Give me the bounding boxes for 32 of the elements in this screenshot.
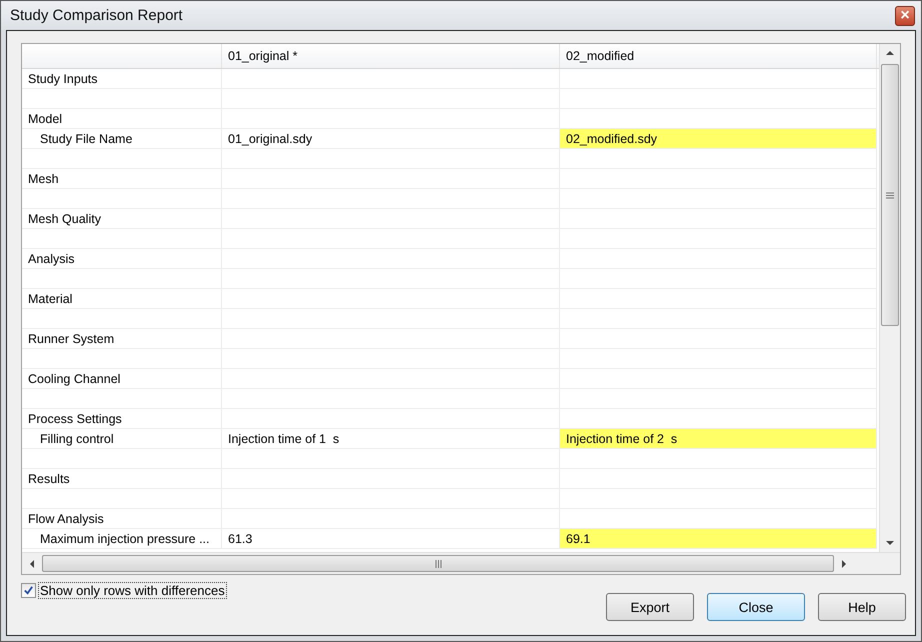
scrollbar-thumb[interactable] <box>42 555 834 572</box>
row-label: Process Settings <box>22 409 222 429</box>
row-label: Flow Analysis <box>22 509 222 529</box>
row-label: Mesh <box>22 169 222 189</box>
dialog-button[interactable]: Help <box>818 593 906 621</box>
scrollbar-thumb[interactable] <box>881 64 899 326</box>
row-label: Runner System <box>22 329 222 349</box>
column-header[interactable]: 01_original * <box>222 44 560 68</box>
dialog-button[interactable]: Close <box>707 593 805 621</box>
row-label: Study File Name <box>22 129 222 149</box>
row-label: Mesh Quality <box>22 209 222 229</box>
vertical-scrollbar[interactable] <box>879 44 900 552</box>
table-cell: 02_modified.sdy <box>560 129 877 149</box>
table-cell: 01_original.sdy <box>222 129 560 149</box>
checkbox-label[interactable]: Show only rows with differences <box>38 582 227 599</box>
table-cell: Injection time of 1 s <box>222 429 560 449</box>
row-label: Results <box>22 469 222 489</box>
window-title: Study Comparison Report <box>10 7 183 24</box>
row-label: Model <box>22 109 222 129</box>
row-label: Material <box>22 289 222 309</box>
row-label: Filling control <box>22 429 222 449</box>
dialog-button[interactable]: Export <box>606 593 694 621</box>
table-cell: 61.3 <box>222 529 560 549</box>
row-label: Maximum injection pressure ... <box>22 529 222 549</box>
row-label: Cooling Channel <box>22 369 222 389</box>
column-header[interactable]: 02_modified <box>560 44 877 68</box>
table-cell: Injection time of 2 s <box>560 429 877 449</box>
checkbox[interactable] <box>21 583 36 598</box>
row-label: Study Inputs <box>22 69 222 89</box>
horizontal-scrollbar[interactable] <box>22 552 900 574</box>
row-label: Analysis <box>22 249 222 269</box>
table-cell: 69.1 <box>560 529 877 549</box>
